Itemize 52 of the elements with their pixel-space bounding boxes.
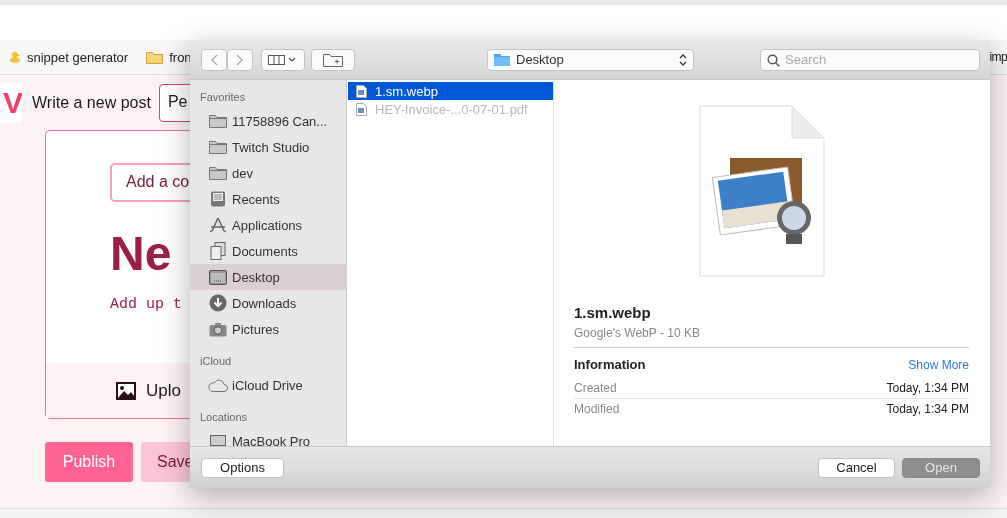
- sidebar-item[interactable]: Downloads: [190, 290, 346, 316]
- documents-icon: [208, 242, 228, 260]
- sidebar-item[interactable]: Desktop: [190, 264, 346, 290]
- info-value: Today, 1:34 PM: [886, 402, 969, 416]
- new-folder-icon: [323, 52, 343, 67]
- sidebar-item[interactable]: Pictures: [190, 316, 346, 342]
- sidebar-heading: Locations: [199, 410, 249, 424]
- location-dropdown[interactable]: Desktop: [487, 48, 694, 71]
- cloud-icon: [208, 378, 228, 392]
- bookmark-link[interactable]: imp: [989, 50, 1007, 64]
- download-icon: [208, 294, 228, 312]
- search-field[interactable]: Search: [760, 48, 980, 71]
- section-heading: Information: [574, 357, 646, 372]
- cancel-button[interactable]: Cancel: [818, 457, 895, 478]
- logo[interactable]: V: [0, 83, 22, 123]
- file-icon: [356, 84, 367, 98]
- duck-icon: [9, 51, 21, 63]
- info-value: Today, 1:34 PM: [886, 381, 969, 395]
- forward-icon: [236, 53, 244, 66]
- back-icon: [210, 53, 218, 66]
- sidebar-item[interactable]: Applications: [190, 212, 346, 238]
- title-field[interactable]: Ne: [110, 226, 172, 282]
- folder-icon: [494, 53, 510, 66]
- updown-icon: [679, 53, 687, 66]
- folder-icon: [208, 166, 228, 180]
- desktop-icon: [208, 269, 228, 285]
- sidebar-item[interactable]: Documents: [190, 238, 346, 264]
- info-label: Modified: [574, 402, 620, 416]
- folder-icon: [208, 140, 228, 154]
- info-label: Created: [574, 381, 617, 395]
- upload-button[interactable]: Uplo: [146, 380, 181, 401]
- sidebar-heading: iCloud: [199, 354, 233, 368]
- applications-icon: [208, 217, 228, 233]
- file-kind: Google's WebP - 10 KB: [574, 326, 969, 348]
- file-row[interactable]: 1.sm.webp: [348, 82, 553, 100]
- columns-icon: [268, 54, 298, 65]
- file-name: 1.sm.webp: [574, 304, 652, 321]
- options-button[interactable]: Options: [201, 457, 284, 478]
- camera-icon: [208, 321, 228, 337]
- show-more-link[interactable]: Show More: [908, 357, 969, 372]
- bookmark-link[interactable]: snippet generator: [27, 49, 129, 65]
- page-heading: Write a new post: [32, 94, 151, 112]
- new-folder-button[interactable]: [311, 48, 355, 71]
- sidebar-item[interactable]: iCloud Drive: [190, 372, 346, 398]
- tags-field[interactable]: Add up t: [110, 296, 182, 313]
- image-icon: [116, 381, 136, 400]
- view-mode-button[interactable]: [261, 48, 305, 71]
- sidebar-item[interactable]: Twitch Studio: [190, 134, 346, 160]
- tray-icon: [208, 191, 228, 207]
- folder-icon: [208, 114, 228, 128]
- folder-icon: [146, 50, 164, 64]
- file-icon: [356, 102, 367, 116]
